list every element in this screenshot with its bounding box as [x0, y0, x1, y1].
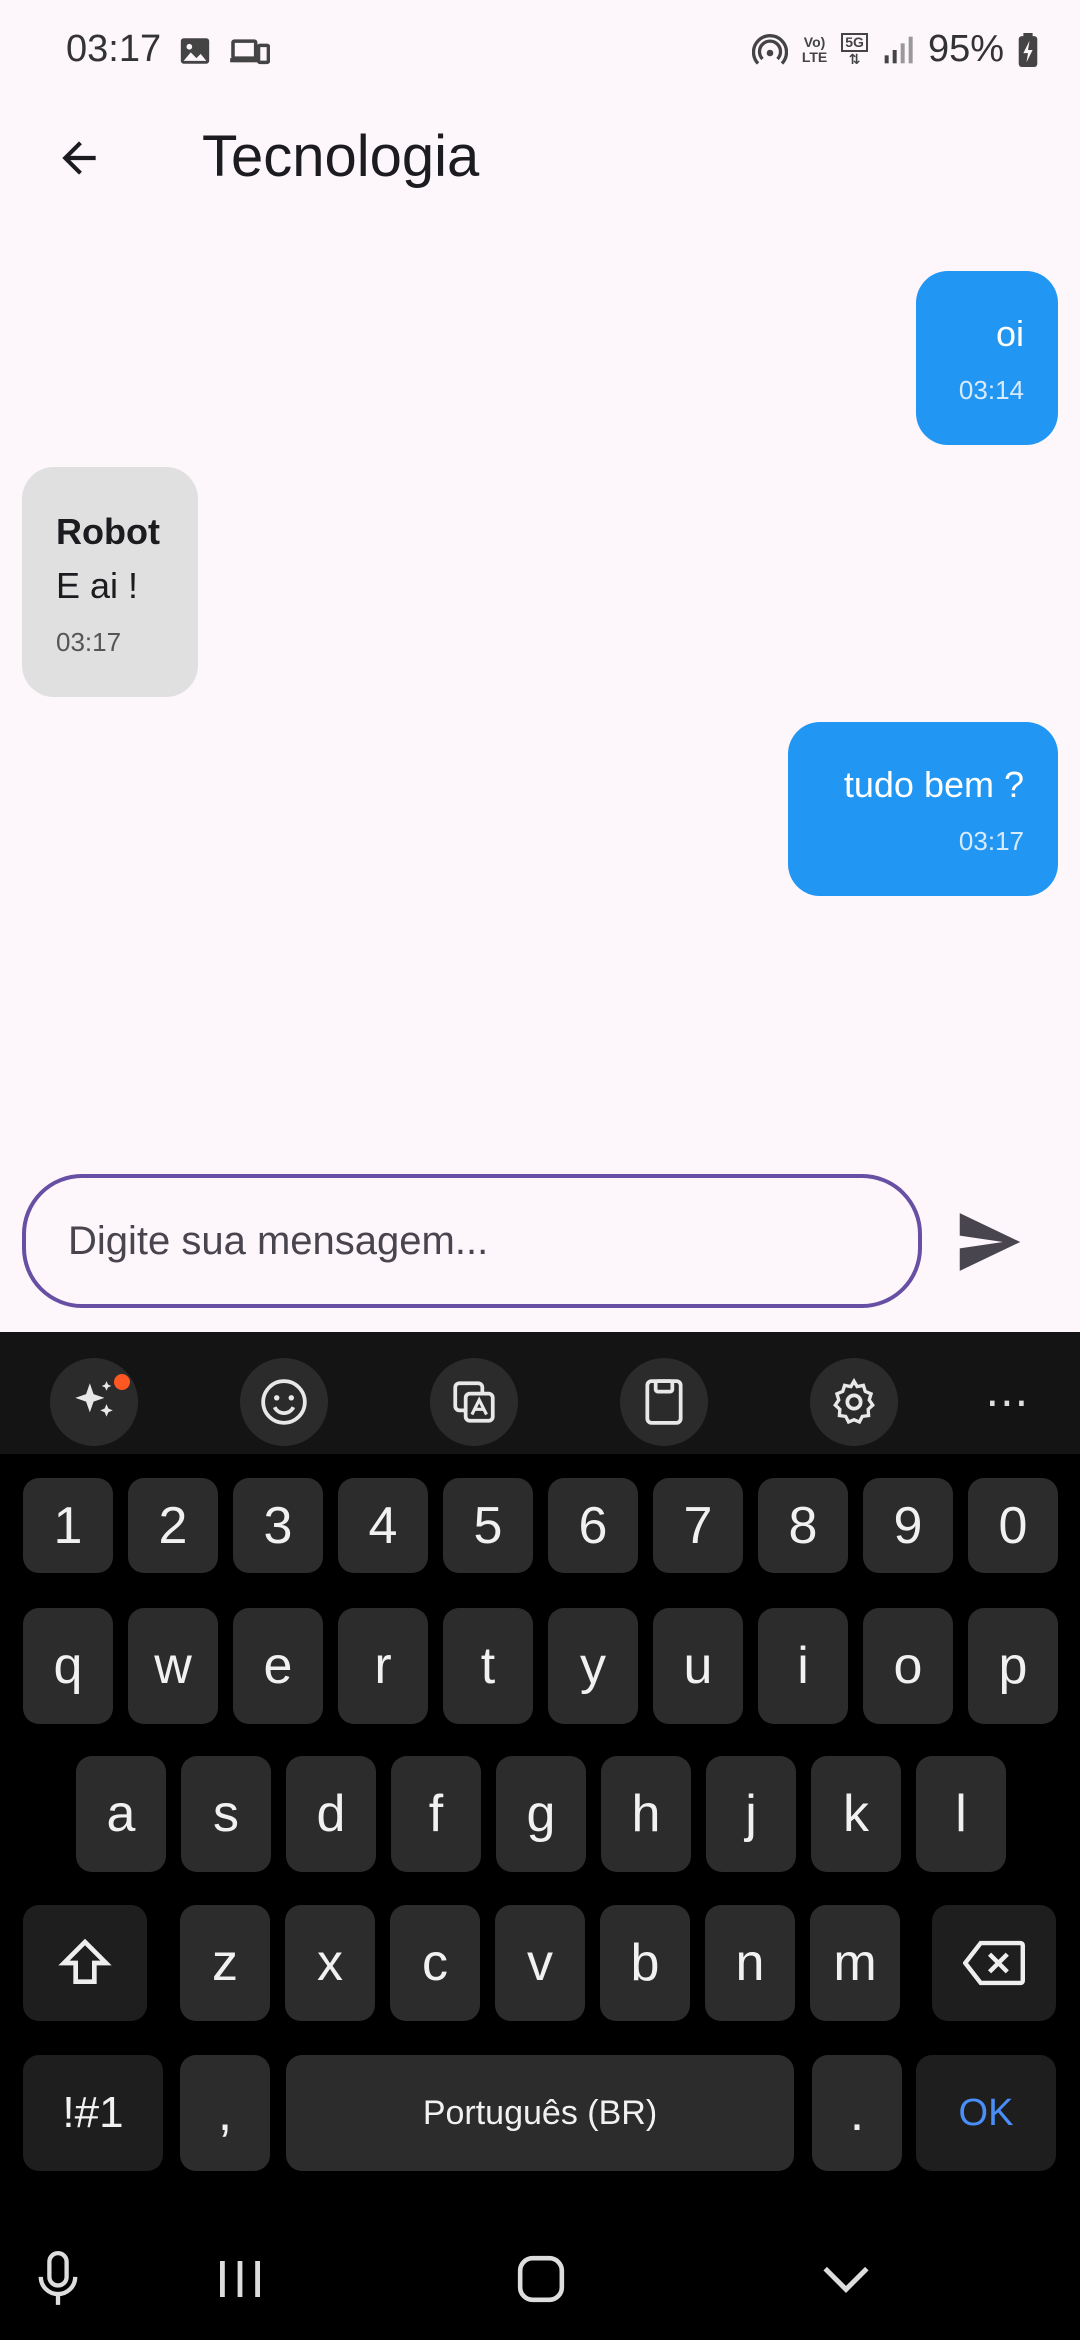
- key-8[interactable]: 8: [758, 1478, 848, 1573]
- keyboard: ⋯ 1 2 3 4 5 6 7 8 9 0 q w e r t y u i o p a s d f g h j k l z x c v b n m !#…: [0, 1332, 1080, 2340]
- key-j[interactable]: j: [706, 1756, 796, 1872]
- battery-charging-icon: [1018, 32, 1038, 67]
- hide-keyboard-button[interactable]: [806, 2244, 886, 2314]
- key-9[interactable]: 9: [863, 1478, 953, 1573]
- signal-icon: [884, 36, 913, 63]
- key-s[interactable]: s: [181, 1756, 271, 1872]
- message-bubble-outgoing: oi 03:14: [916, 271, 1058, 445]
- home-button[interactable]: [500, 2244, 582, 2314]
- hotspot-icon: [751, 33, 788, 65]
- message-text: oi: [995, 313, 1024, 354]
- back-button[interactable]: [48, 127, 110, 189]
- shift-key[interactable]: [23, 1905, 147, 2021]
- key-z[interactable]: z: [180, 1905, 270, 2021]
- volte-icon: Vo) LTE: [801, 33, 828, 65]
- key-b[interactable]: b: [600, 1905, 690, 2021]
- translate-button[interactable]: [430, 1358, 518, 1446]
- key-c[interactable]: c: [390, 1905, 480, 2021]
- key-y[interactable]: y: [548, 1608, 638, 1724]
- send-button[interactable]: [950, 1206, 1030, 1278]
- key-5[interactable]: 5: [443, 1478, 533, 1573]
- key-i[interactable]: i: [758, 1608, 848, 1724]
- microphone-icon: [38, 2251, 78, 2305]
- sparkle-icon: [75, 1381, 113, 1417]
- status-system-icons: Vo) LTE 5G ⇅ 95%: [751, 28, 1038, 71]
- translate-icon: [453, 1381, 495, 1423]
- battery-percent: 95%: [927, 28, 1004, 70]
- key-3[interactable]: 3: [233, 1478, 323, 1573]
- key-m[interactable]: m: [810, 1905, 900, 2021]
- key-t[interactable]: t: [443, 1608, 533, 1724]
- key-v[interactable]: v: [495, 1905, 585, 2021]
- key-x[interactable]: x: [285, 1905, 375, 2021]
- arrow-back-icon: [62, 141, 96, 175]
- notification-dot: [114, 1374, 130, 1390]
- more-options-button[interactable]: ⋯: [964, 1358, 1052, 1446]
- key-e[interactable]: e: [233, 1608, 323, 1724]
- key-p[interactable]: p: [968, 1608, 1058, 1724]
- emoji-button[interactable]: [240, 1358, 328, 1446]
- app-bar: Tecnologia: [0, 105, 1080, 211]
- network-5g-icon: 5G ⇅: [841, 32, 868, 67]
- message-bubble-incoming: Robot E ai ! 03:17: [22, 467, 198, 697]
- key-7[interactable]: 7: [653, 1478, 743, 1573]
- navigation-bar: [0, 2220, 1080, 2340]
- key-o[interactable]: o: [863, 1608, 953, 1724]
- chevron-down-icon: [823, 2266, 869, 2293]
- backspace-key[interactable]: [932, 1905, 1056, 2021]
- key-2[interactable]: 2: [128, 1478, 218, 1573]
- key-d[interactable]: d: [286, 1756, 376, 1872]
- key-r[interactable]: r: [338, 1608, 428, 1724]
- voice-input-button[interactable]: [28, 2244, 88, 2314]
- clipboard-icon: [645, 1379, 683, 1425]
- message-bubble-outgoing: tudo bem ? 03:17: [788, 722, 1058, 896]
- recent-apps-button[interactable]: [200, 2244, 280, 2314]
- recent-apps-icon: [220, 2261, 260, 2297]
- key-w[interactable]: w: [128, 1608, 218, 1724]
- status-bar: 03:17 Vo) LTE 5G ⇅ 95%: [0, 0, 1080, 105]
- message-text: E ai !: [56, 565, 139, 606]
- page-title: Tecnologia: [202, 124, 480, 189]
- keyboard-settings-button[interactable]: [810, 1358, 898, 1446]
- gallery-icon: [180, 38, 210, 64]
- status-time: 03:17: [66, 28, 162, 70]
- message-time: 03:17: [958, 826, 1024, 856]
- keyboard-toolbar: ⋯: [0, 1332, 1080, 1454]
- message-sender: Robot: [56, 511, 160, 552]
- ai-tools-button[interactable]: [50, 1358, 138, 1446]
- shift-icon: [58, 1938, 112, 1984]
- devices-icon: [230, 39, 270, 65]
- comma-key[interactable]: ,: [180, 2055, 270, 2171]
- key-a[interactable]: a: [76, 1756, 166, 1872]
- key-0[interactable]: 0: [968, 1478, 1058, 1573]
- message-text: tudo bem ?: [843, 764, 1024, 805]
- key-q[interactable]: q: [23, 1608, 113, 1724]
- emoji-icon: [261, 1379, 307, 1425]
- gear-icon: [833, 1377, 875, 1425]
- key-n[interactable]: n: [705, 1905, 795, 2021]
- space-key[interactable]: Português (BR): [286, 2055, 794, 2171]
- key-g[interactable]: g: [496, 1756, 586, 1872]
- key-1[interactable]: 1: [23, 1478, 113, 1573]
- backspace-icon: [963, 1940, 1025, 1986]
- symbols-key[interactable]: !#1: [23, 2055, 163, 2171]
- key-l[interactable]: l: [916, 1756, 1006, 1872]
- message-time: 03:17: [56, 627, 122, 657]
- ok-key[interactable]: OK: [916, 2055, 1056, 2171]
- clipboard-button[interactable]: [620, 1358, 708, 1446]
- key-h[interactable]: h: [601, 1756, 691, 1872]
- key-f[interactable]: f: [391, 1756, 481, 1872]
- message-time: 03:14: [958, 375, 1024, 405]
- key-k[interactable]: k: [811, 1756, 901, 1872]
- home-icon: [517, 2255, 565, 2303]
- message-input-container: [22, 1174, 922, 1308]
- status-notification-icons: [178, 34, 270, 68]
- key-u[interactable]: u: [653, 1608, 743, 1724]
- message-input[interactable]: [26, 1178, 918, 1304]
- key-6[interactable]: 6: [548, 1478, 638, 1573]
- period-key[interactable]: .: [812, 2055, 902, 2171]
- key-4[interactable]: 4: [338, 1478, 428, 1573]
- send-icon: [959, 1213, 1021, 1271]
